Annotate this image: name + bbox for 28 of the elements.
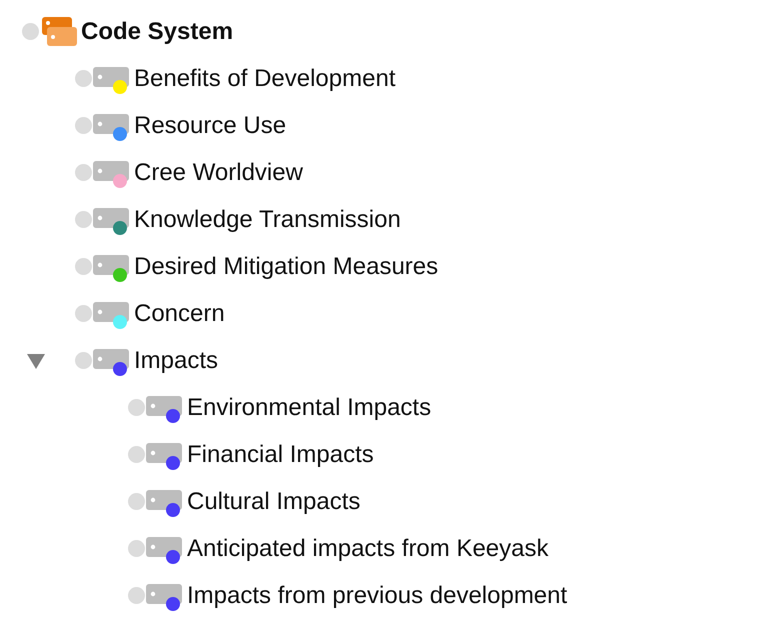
code-label[interactable]: Desired Mitigation Measures [134, 252, 438, 280]
code-label[interactable]: Benefits of Development [134, 64, 396, 92]
status-dot [75, 258, 92, 275]
code-label[interactable]: Impacts from previous development [187, 582, 568, 610]
status-dot [75, 305, 92, 322]
status-dot [128, 446, 145, 463]
status-dot [75, 117, 92, 134]
status-dot [75, 211, 92, 228]
code-label[interactable]: Anticipated impacts from Keeyask [187, 534, 548, 562]
code-label[interactable]: Knowledge Transmission [134, 206, 401, 234]
status-dot [128, 540, 145, 557]
code-label[interactable]: Financial Impacts [187, 440, 374, 468]
code-label[interactable]: Code System [81, 18, 234, 46]
code-label[interactable]: Impacts [134, 346, 218, 374]
code-label[interactable]: Cree Worldview [134, 158, 303, 186]
code-label[interactable]: Concern [134, 300, 225, 328]
status-dot [22, 23, 39, 40]
status-dot [128, 587, 145, 604]
code-label[interactable]: Cultural Impacts [187, 488, 360, 516]
status-dot [128, 493, 145, 510]
status-dot [75, 70, 92, 87]
status-dot [128, 399, 145, 416]
status-dot [75, 164, 92, 181]
expanded-arrow-icon[interactable] [26, 352, 46, 370]
code-system-icon [39, 14, 79, 48]
code-label[interactable]: Resource Use [134, 112, 286, 140]
status-dot [75, 352, 92, 369]
code-label[interactable]: Environmental Impacts [187, 394, 432, 422]
